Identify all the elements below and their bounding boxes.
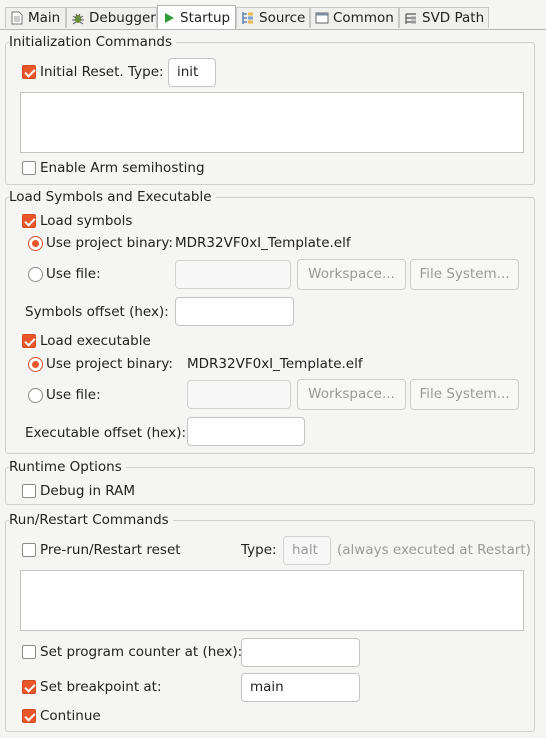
set-breakpoint-checkbox[interactable] — [22, 680, 36, 694]
tab-common[interactable]: Common — [310, 7, 399, 28]
run-type-label: Type: — [241, 542, 277, 558]
sym-use-file-radio[interactable] — [28, 267, 43, 282]
sym-project-binary-value: MDR32VF0xI_Template.elf — [175, 235, 351, 251]
common-window-icon — [315, 11, 329, 25]
debugger-bug-icon — [71, 11, 85, 25]
exe-use-file-label: Use file: — [46, 387, 101, 403]
tab-startup[interactable]: Startup — [157, 5, 236, 30]
symbols-offset-label: Symbols offset (hex): — [25, 304, 169, 320]
continue-checkbox[interactable] — [22, 709, 36, 723]
run-type-note: (always executed at Restart) — [337, 542, 531, 558]
tab-main-label: Main — [28, 10, 61, 26]
svd-path-icon — [404, 11, 418, 25]
set-pc-field[interactable] — [241, 638, 360, 667]
semihosting-checkbox[interactable] — [22, 161, 36, 175]
source-icon — [241, 11, 255, 25]
executable-offset-label: Executable offset (hex): — [25, 425, 187, 441]
semihosting-label: Enable Arm semihosting — [40, 160, 205, 176]
tab-source-label: Source — [259, 10, 306, 26]
tab-svd-path[interactable]: SVD Path — [399, 7, 489, 28]
tab-svd-path-label: SVD Path — [422, 10, 485, 26]
init-type-field[interactable]: init — [168, 58, 216, 87]
initial-reset-checkbox[interactable] — [22, 65, 36, 79]
main-page-icon — [10, 11, 24, 25]
exe-project-binary-value: MDR32VF0xI_Template.elf — [187, 356, 363, 372]
tab-source[interactable]: Source — [236, 7, 310, 28]
sym-filesystem-button[interactable]: File System... — [410, 259, 519, 290]
tab-debugger[interactable]: Debugger — [66, 7, 157, 28]
initial-reset-label: Initial Reset. — [40, 64, 124, 80]
set-pc-checkbox[interactable] — [22, 645, 36, 659]
pre-run-label: Pre-run/Restart reset — [40, 542, 181, 558]
symbols-offset-field[interactable] — [175, 297, 294, 326]
set-pc-label: Set program counter at (hex): — [40, 644, 243, 660]
exe-project-binary-radio[interactable] — [28, 357, 43, 372]
tab-startup-label: Startup — [180, 10, 231, 26]
load-executable-checkbox[interactable] — [22, 334, 36, 348]
init-group-title: Initialization Commands — [9, 34, 177, 50]
sym-project-binary-radio[interactable] — [28, 236, 43, 251]
load-group-title: Load Symbols and Executable — [9, 189, 216, 205]
init-type-label: Type: — [128, 64, 164, 80]
tab-debugger-label: Debugger — [89, 10, 156, 26]
load-symbols-label: Load symbols — [40, 213, 133, 229]
sym-file-field[interactable] — [175, 260, 291, 289]
exe-file-field[interactable] — [187, 380, 291, 409]
init-commands-textarea[interactable] — [20, 92, 524, 153]
set-breakpoint-field[interactable]: main — [241, 673, 360, 702]
executable-offset-field[interactable] — [187, 417, 305, 446]
tab-panel-border — [0, 29, 546, 30]
startup-play-icon — [162, 11, 176, 25]
debug-in-ram-label: Debug in RAM — [40, 483, 136, 499]
run-commands-textarea[interactable] — [20, 570, 524, 631]
sym-use-file-label: Use file: — [46, 266, 101, 282]
run-group-title: Run/Restart Commands — [9, 512, 173, 528]
continue-label: Continue — [40, 708, 101, 724]
load-executable-label: Load executable — [40, 333, 151, 349]
exe-project-binary-label: Use project binary: — [46, 356, 173, 372]
run-type-field[interactable]: halt — [283, 536, 331, 565]
tab-bar: Main Debugger Startup Source Common SVD … — [0, 5, 546, 30]
tab-common-label: Common — [333, 10, 394, 26]
set-breakpoint-label: Set breakpoint at: — [40, 679, 162, 695]
tab-main[interactable]: Main — [5, 7, 66, 28]
sym-workspace-button[interactable]: Workspace... — [297, 259, 406, 290]
exe-workspace-button[interactable]: Workspace... — [297, 379, 406, 410]
exe-filesystem-button[interactable]: File System... — [410, 379, 519, 410]
exe-use-file-radio[interactable] — [28, 388, 43, 403]
runtime-group-title: Runtime Options — [9, 459, 126, 475]
load-symbols-checkbox[interactable] — [22, 214, 36, 228]
sym-project-binary-label: Use project binary: — [46, 235, 173, 251]
pre-run-checkbox[interactable] — [22, 543, 36, 557]
debug-in-ram-checkbox[interactable] — [22, 484, 36, 498]
